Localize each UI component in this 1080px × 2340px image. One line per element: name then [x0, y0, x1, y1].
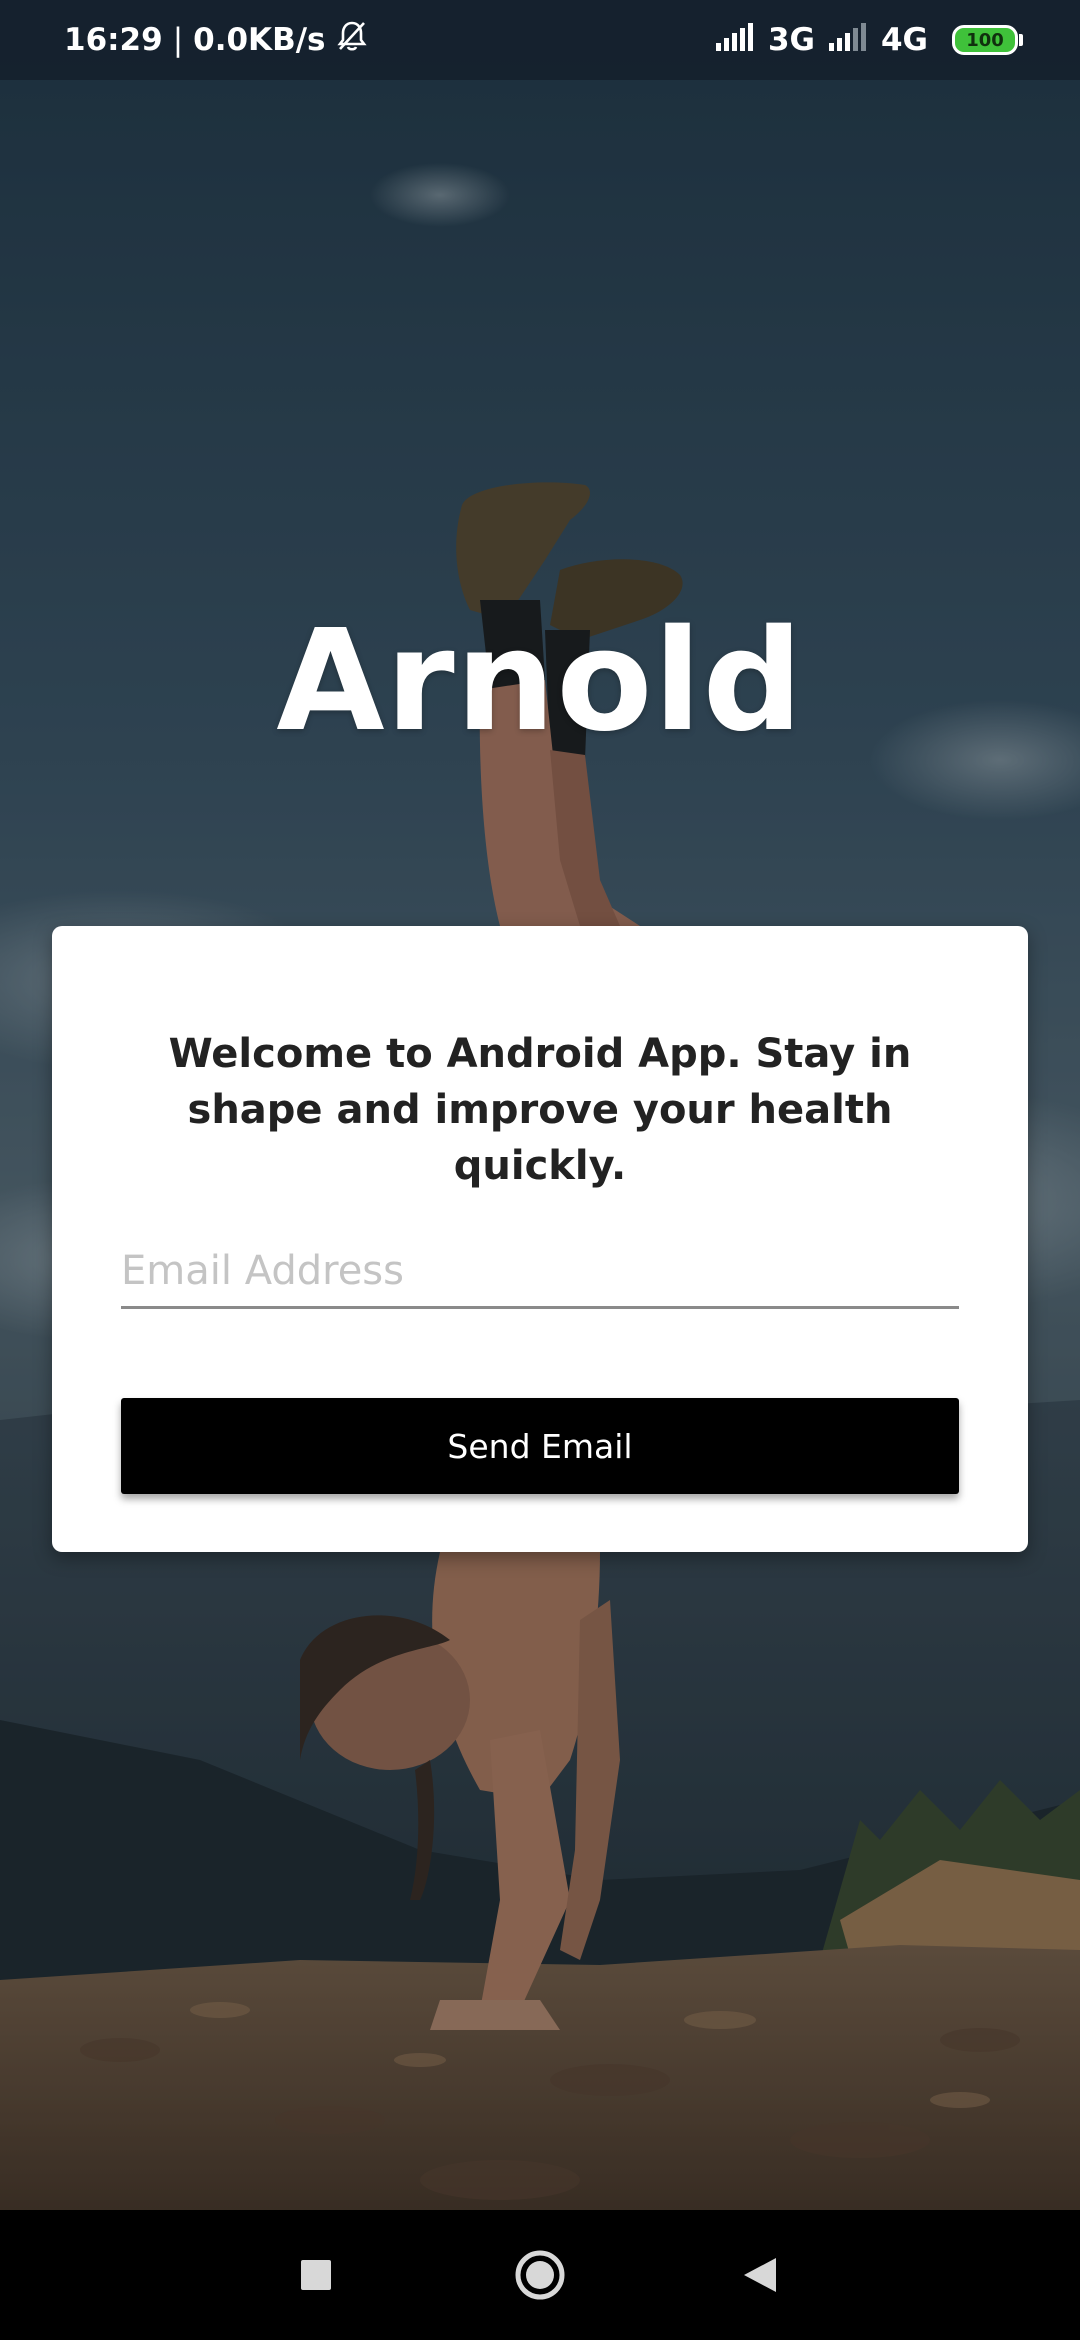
status-bar: 16:29 | 0.0KB/s 3G 4G 100: [0, 0, 1080, 80]
status-bar-left: 16:29 | 0.0KB/s: [64, 0, 369, 80]
battery-icon: 100: [952, 25, 1023, 55]
status-bar-right: 3G 4G 100: [715, 0, 1023, 80]
signal-icon: [828, 21, 873, 59]
navigation-bar: [0, 2210, 1080, 2340]
status-separator: |: [172, 22, 184, 58]
email-field[interactable]: [121, 1236, 959, 1309]
status-speed: 0.0KB/s: [193, 22, 326, 58]
welcome-message: Welcome to Android App. Stay in shape an…: [168, 1031, 912, 1189]
app-title: Arnold: [276, 600, 804, 763]
bell-off-icon: [335, 19, 369, 61]
network-type-2: 4G: [880, 22, 928, 58]
home-icon: [515, 2250, 565, 2300]
recents-button[interactable]: [256, 2210, 376, 2340]
battery-level: 100: [966, 29, 1004, 51]
login-screen: 16:29 | 0.0KB/s 3G 4G 100 Arnold Welcome…: [0, 0, 1080, 2340]
back-button[interactable]: [700, 2210, 820, 2340]
network-type-1: 3G: [767, 22, 815, 58]
home-button[interactable]: [480, 2210, 600, 2340]
back-icon: [744, 2258, 776, 2292]
signal-icon: [715, 21, 760, 59]
recents-icon: [301, 2260, 331, 2290]
send-email-button[interactable]: Send Email: [121, 1398, 959, 1494]
status-time: 16:29: [64, 22, 163, 58]
email-card: Welcome to Android App. Stay in shape an…: [52, 926, 1028, 1552]
